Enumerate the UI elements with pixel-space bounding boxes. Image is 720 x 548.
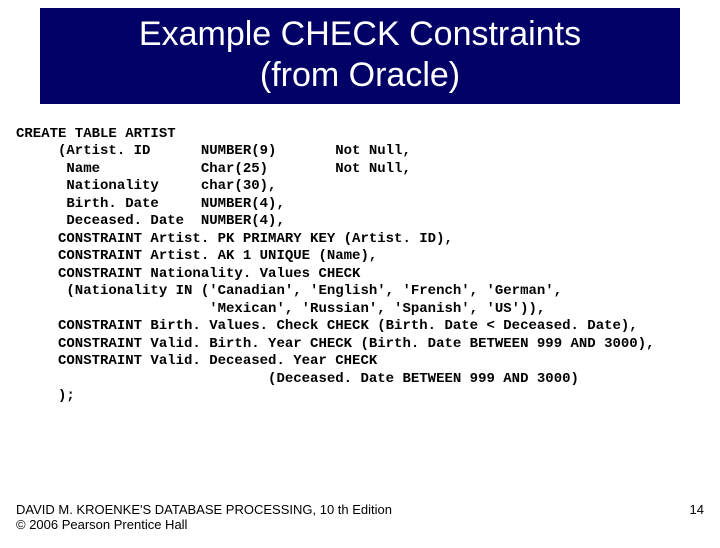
sql-code-block: CREATE TABLE ARTIST (Artist. ID NUMBER(9… (16, 126, 720, 406)
slide-footer: DAVID M. KROENKE'S DATABASE PROCESSING, … (16, 502, 704, 532)
title-line-1: Example CHECK Constraints (139, 15, 581, 53)
page-number: 14 (690, 502, 704, 517)
footer-credit-line1: DAVID M. KROENKE'S DATABASE PROCESSING, … (16, 502, 392, 517)
footer-credit-line2: © 2006 Pearson Prentice Hall (16, 517, 392, 532)
slide-title: Example CHECK Constraints (from Oracle) (40, 8, 680, 104)
title-line-2: (from Oracle) (260, 56, 460, 94)
